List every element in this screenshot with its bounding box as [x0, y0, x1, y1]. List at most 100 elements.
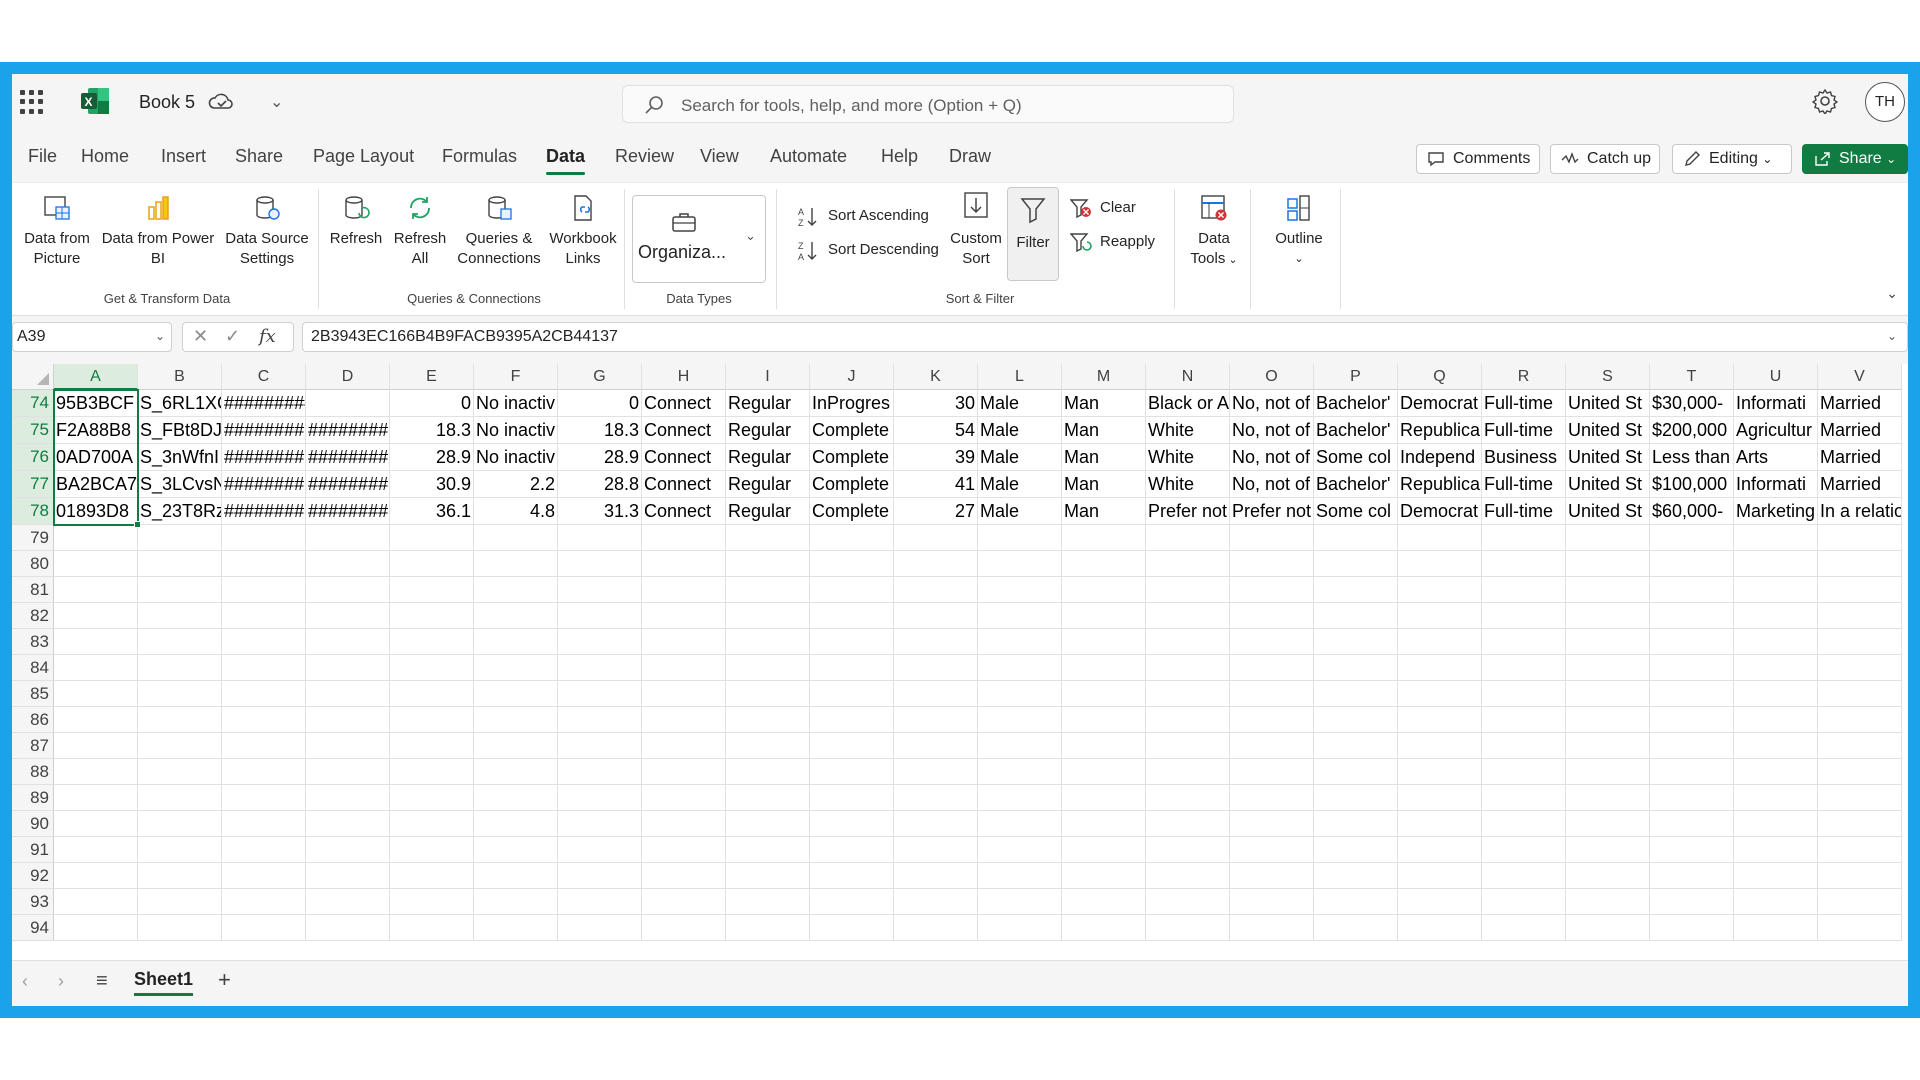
- empty-cell[interactable]: [1062, 889, 1146, 915]
- empty-cell[interactable]: [642, 811, 726, 837]
- empty-cell[interactable]: [390, 525, 474, 551]
- empty-cell[interactable]: [54, 655, 138, 681]
- empty-cell[interactable]: [1818, 577, 1902, 603]
- add-sheet-plus-icon[interactable]: +: [218, 967, 231, 993]
- empty-cell[interactable]: [558, 863, 642, 889]
- title-chevron-down-icon[interactable]: ⌄: [270, 92, 283, 112]
- empty-cell[interactable]: [138, 577, 222, 603]
- empty-cell[interactable]: [978, 785, 1062, 811]
- empty-cell[interactable]: [1398, 785, 1482, 811]
- empty-cell[interactable]: [222, 655, 306, 681]
- cell-u[interactable]: Informati: [1734, 390, 1818, 417]
- tab-home[interactable]: Home: [81, 146, 129, 167]
- cell-g[interactable]: 0: [558, 390, 642, 417]
- all-sheets-menu-icon[interactable]: ≡: [96, 970, 108, 993]
- column-header-a[interactable]: A: [54, 364, 138, 390]
- empty-cell[interactable]: [1818, 707, 1902, 733]
- row-header[interactable]: 93: [12, 889, 54, 915]
- empty-cell[interactable]: [978, 681, 1062, 707]
- queries-connections-button[interactable]: Queries & Connections: [454, 193, 544, 269]
- cell-p[interactable]: Some col: [1314, 498, 1398, 525]
- cell-v[interactable]: Married: [1818, 390, 1902, 417]
- empty-cell[interactable]: [1650, 603, 1734, 629]
- prev-sheet-chevron-icon[interactable]: ‹: [22, 971, 28, 992]
- refresh-button[interactable]: Refresh: [328, 193, 384, 249]
- empty-cell[interactable]: [1146, 889, 1230, 915]
- ribbon-expand-chevron-icon[interactable]: ⌄: [1886, 285, 1898, 302]
- empty-cell[interactable]: [642, 681, 726, 707]
- empty-cell[interactable]: [1818, 525, 1902, 551]
- empty-cell[interactable]: [306, 707, 390, 733]
- column-header-i[interactable]: I: [726, 364, 810, 390]
- empty-cell[interactable]: [1398, 915, 1482, 941]
- empty-cell[interactable]: [894, 681, 978, 707]
- empty-cell[interactable]: [810, 577, 894, 603]
- empty-cell[interactable]: [558, 629, 642, 655]
- empty-cell[interactable]: [1062, 785, 1146, 811]
- cell-m[interactable]: Man: [1062, 390, 1146, 417]
- empty-cell[interactable]: [138, 863, 222, 889]
- empty-cell[interactable]: [726, 785, 810, 811]
- data-tools-button[interactable]: Data Tools ⌄: [1182, 193, 1246, 270]
- empty-cell[interactable]: [390, 785, 474, 811]
- select-all-corner[interactable]: [12, 364, 54, 390]
- empty-cell[interactable]: [306, 603, 390, 629]
- empty-cell[interactable]: [1314, 577, 1398, 603]
- cell-g[interactable]: 31.3: [558, 498, 642, 525]
- empty-cell[interactable]: [54, 785, 138, 811]
- empty-cell[interactable]: [1734, 915, 1818, 941]
- empty-cell[interactable]: [558, 889, 642, 915]
- cell-d[interactable]: ########: [306, 444, 390, 471]
- empty-cell[interactable]: [138, 837, 222, 863]
- empty-cell[interactable]: [1818, 551, 1902, 577]
- empty-cell[interactable]: [726, 603, 810, 629]
- empty-cell[interactable]: [306, 551, 390, 577]
- row-header[interactable]: 77: [12, 471, 54, 498]
- empty-cell[interactable]: [1650, 915, 1734, 941]
- empty-cell[interactable]: [1062, 525, 1146, 551]
- empty-cell[interactable]: [54, 629, 138, 655]
- empty-cell[interactable]: [1734, 889, 1818, 915]
- empty-cell[interactable]: [54, 863, 138, 889]
- row-header[interactable]: 85: [12, 681, 54, 707]
- column-header-k[interactable]: K: [894, 364, 978, 390]
- empty-cell[interactable]: [138, 551, 222, 577]
- empty-cell[interactable]: [1482, 707, 1566, 733]
- empty-cell[interactable]: [894, 577, 978, 603]
- empty-cell[interactable]: [138, 707, 222, 733]
- cell-e[interactable]: 0: [390, 390, 474, 417]
- empty-cell[interactable]: [306, 811, 390, 837]
- empty-cell[interactable]: [306, 837, 390, 863]
- cell-m[interactable]: Man: [1062, 417, 1146, 444]
- empty-cell[interactable]: [642, 889, 726, 915]
- empty-cell[interactable]: [474, 707, 558, 733]
- empty-cell[interactable]: [138, 759, 222, 785]
- cell-v[interactable]: Married: [1818, 471, 1902, 498]
- empty-cell[interactable]: [138, 889, 222, 915]
- empty-cell[interactable]: [1146, 915, 1230, 941]
- cell-e[interactable]: 30.9: [390, 471, 474, 498]
- empty-cell[interactable]: [138, 733, 222, 759]
- empty-cell[interactable]: [642, 837, 726, 863]
- empty-cell[interactable]: [54, 759, 138, 785]
- empty-cell[interactable]: [894, 837, 978, 863]
- empty-cell[interactable]: [1146, 551, 1230, 577]
- next-sheet-chevron-icon[interactable]: ›: [58, 971, 64, 992]
- outline-button[interactable]: Outline ⌄: [1262, 193, 1336, 269]
- empty-cell[interactable]: [1734, 551, 1818, 577]
- cell-f[interactable]: No inactiv: [474, 390, 558, 417]
- empty-cell[interactable]: [558, 655, 642, 681]
- column-header-s[interactable]: S: [1566, 364, 1650, 390]
- cell-o[interactable]: No, not of: [1230, 444, 1314, 471]
- empty-cell[interactable]: [894, 525, 978, 551]
- empty-cell[interactable]: [642, 915, 726, 941]
- empty-cell[interactable]: [1482, 655, 1566, 681]
- cell-c[interactable]: ##########: [222, 390, 306, 417]
- empty-cell[interactable]: [1230, 525, 1314, 551]
- empty-cell[interactable]: [138, 811, 222, 837]
- empty-cell[interactable]: [138, 785, 222, 811]
- empty-cell[interactable]: [1650, 863, 1734, 889]
- empty-cell[interactable]: [474, 915, 558, 941]
- empty-cell[interactable]: [726, 707, 810, 733]
- cell-u[interactable]: Marketing: [1734, 498, 1818, 525]
